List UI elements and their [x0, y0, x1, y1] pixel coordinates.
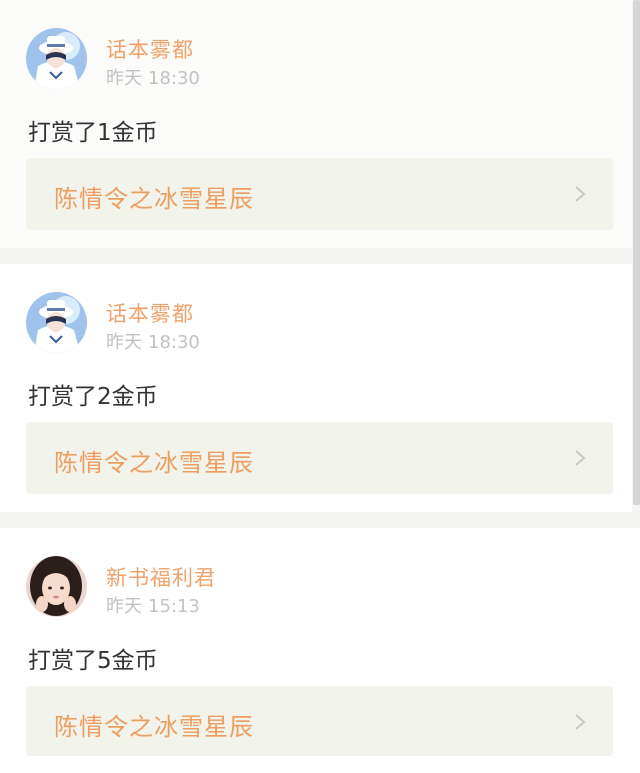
- timestamp: 昨天 18:30: [106, 64, 206, 90]
- timestamp-time: 18:30: [148, 332, 200, 353]
- reward-entry: 话本雾都 昨天 18:30 打赏了2金币 陈情令之冰雪星辰: [0, 264, 632, 512]
- reward-action-text: 打赏了5金币: [28, 648, 158, 674]
- girl-avatar-icon[interactable]: [26, 556, 87, 617]
- anime-avatar-icon[interactable]: [26, 28, 87, 89]
- timestamp-date: 昨天: [106, 332, 142, 353]
- timestamp-date: 昨天: [106, 596, 142, 617]
- book-title: 陈情令之冰雪星辰: [54, 449, 254, 477]
- reward-action-text: 打赏了1金币: [28, 120, 158, 146]
- book-link-card[interactable]: 陈情令之冰雪星辰: [26, 422, 613, 494]
- chevron-right-icon: [575, 714, 586, 730]
- reward-entry: 新书福利君 昨天 15:13 打赏了5金币 陈情令之冰雪星辰: [0, 528, 640, 773]
- scrollbar[interactable]: [633, 0, 640, 505]
- reward-feed: 话本雾都 昨天 18:30 打赏了1金币 陈情令之冰雪星辰 话本雾都 昨天 18…: [0, 0, 640, 773]
- book-link-card[interactable]: 陈情令之冰雪星辰: [26, 686, 613, 756]
- timestamp-time: 15:13: [148, 596, 200, 617]
- username[interactable]: 话本雾都: [106, 34, 194, 64]
- username[interactable]: 话本雾都: [106, 298, 194, 328]
- book-title: 陈情令之冰雪星辰: [54, 713, 254, 741]
- timestamp: 昨天 15:13: [106, 592, 206, 618]
- timestamp: 昨天 18:30: [106, 328, 206, 354]
- timestamp-date: 昨天: [106, 68, 142, 89]
- reward-entry: 话本雾都 昨天 18:30 打赏了1金币 陈情令之冰雪星辰: [0, 0, 632, 248]
- chevron-right-icon: [575, 450, 586, 466]
- username[interactable]: 新书福利君: [106, 562, 216, 592]
- timestamp-time: 18:30: [148, 68, 200, 89]
- chevron-right-icon: [575, 186, 586, 202]
- book-title: 陈情令之冰雪星辰: [54, 185, 254, 213]
- book-link-card[interactable]: 陈情令之冰雪星辰: [26, 158, 613, 230]
- reward-action-text: 打赏了2金币: [28, 384, 158, 410]
- anime-avatar-icon[interactable]: [26, 292, 87, 353]
